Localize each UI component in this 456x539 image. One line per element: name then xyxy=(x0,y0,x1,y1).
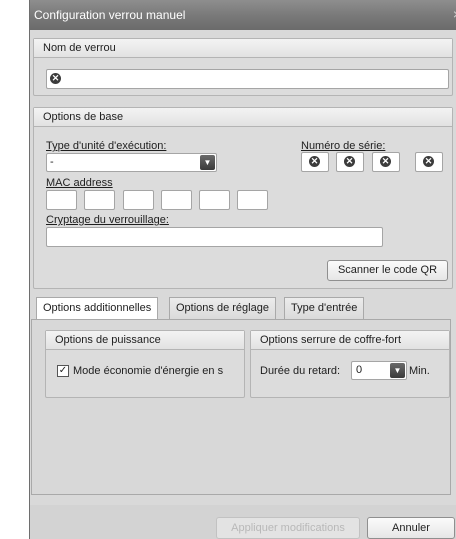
mac-field-4[interactable] xyxy=(161,190,192,210)
energy-saving-label[interactable]: Mode économie d'énergie en s xyxy=(73,365,243,377)
exec-type-select[interactable]: - ▼ xyxy=(46,153,217,172)
checkmark-icon[interactable]: ✓ xyxy=(57,365,69,377)
mac-field-2[interactable] xyxy=(84,190,115,210)
cancel-button[interactable]: Annuler xyxy=(367,517,455,539)
tab-panel: Options de puissance ✓ Mode économie d'é… xyxy=(31,319,451,495)
dropdown-arrow-icon[interactable]: ▼ xyxy=(200,155,215,170)
mac-field-5[interactable] xyxy=(199,190,230,210)
serial-field-2[interactable]: ✕ xyxy=(336,152,364,172)
lock-name-input[interactable]: ✕ xyxy=(46,69,449,89)
lock-config-dialog: Configuration verrou manuel × Nom de ver… xyxy=(29,0,456,539)
mac-label: MAC address xyxy=(46,177,113,189)
base-options-header: Options de base xyxy=(34,108,452,127)
delay-value: 0 xyxy=(356,364,363,376)
scan-qr-button[interactable]: Scanner le code QR xyxy=(327,260,448,281)
serial-field-1[interactable]: ✕ xyxy=(301,152,329,172)
encryption-input[interactable] xyxy=(46,227,383,247)
apply-changes-button[interactable]: Appliquer modifications xyxy=(216,517,360,539)
delay-label: Durée du retard: xyxy=(260,365,341,377)
window-title: Configuration verrou manuel xyxy=(34,8,186,22)
power-options-group: Options de puissance ✓ Mode économie d'é… xyxy=(45,330,245,398)
mac-field-1[interactable] xyxy=(46,190,77,210)
tab-additional-options[interactable]: Options additionnelles xyxy=(36,297,159,320)
encryption-label: Cryptage du verrouillage: xyxy=(46,214,169,226)
clear-icon[interactable]: ✕ xyxy=(380,156,391,167)
mac-field-3[interactable] xyxy=(123,190,154,210)
lock-name-group: Nom de verrou ✕ xyxy=(33,38,453,96)
tab-tuning-options[interactable]: Options de réglage xyxy=(169,297,276,319)
dialog-footer: Appliquer modifications Annuler xyxy=(30,505,456,539)
tab-input-type[interactable]: Type d'entrée xyxy=(284,297,365,319)
clear-icon[interactable]: ✕ xyxy=(344,156,355,167)
clear-icon[interactable]: ✕ xyxy=(50,73,61,84)
exec-type-label: Type d'unité d'exécution: xyxy=(46,140,167,152)
lock-name-header: Nom de verrou xyxy=(34,39,452,58)
exec-type-value: - xyxy=(50,156,54,168)
safe-options-header: Options serrure de coffre-fort xyxy=(251,331,449,350)
clear-icon[interactable]: ✕ xyxy=(309,156,320,167)
serial-field-4[interactable]: ✕ xyxy=(415,152,443,172)
serial-field-3[interactable]: ✕ xyxy=(372,152,400,172)
dropdown-arrow-icon[interactable]: ▼ xyxy=(390,363,405,378)
delay-unit: Min. xyxy=(409,365,430,377)
power-options-header: Options de puissance xyxy=(46,331,244,350)
serial-label: Numéro de série: xyxy=(301,140,386,152)
mac-field-6[interactable] xyxy=(237,190,268,210)
title-bar: Configuration verrou manuel × xyxy=(30,0,456,30)
clear-icon[interactable]: ✕ xyxy=(423,156,434,167)
delay-select[interactable]: 0 ▼ xyxy=(351,361,407,380)
safe-options-group: Options serrure de coffre-fort Durée du … xyxy=(250,330,450,398)
